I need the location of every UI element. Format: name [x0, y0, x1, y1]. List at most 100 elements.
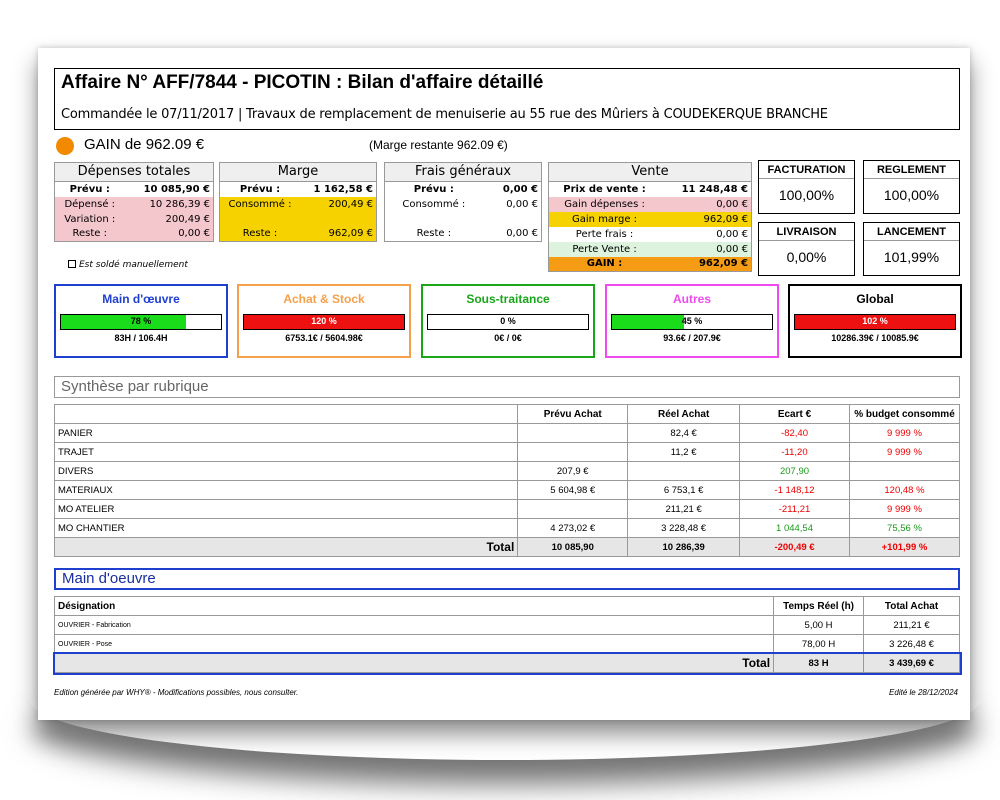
table-row: OUVRIER - Pose 78,00 H3 226,48 € [53, 634, 960, 654]
card-sous-traitance: Sous-traitance 0 % 0€ / 0€ [421, 284, 595, 358]
label: Reste : [72, 228, 107, 240]
total-row: Total 83 H3 439,69 € [52, 651, 962, 675]
table-cell: 9 999 % [848, 423, 961, 443]
table-cell: 3 226,48 € [863, 634, 960, 654]
solde-checkbox[interactable]: Est soldé manuellement [68, 260, 188, 270]
value: 11 248,48 € [681, 183, 748, 195]
kpi-label: FACTURATION [759, 161, 854, 179]
table-cell [848, 461, 961, 481]
card-title: Achat & Stock [283, 292, 365, 306]
kpi-value: 100,00% [778, 187, 835, 203]
progress-label: 45 % [681, 316, 703, 326]
col-header: Total Achat [863, 596, 960, 616]
table-cell: MO CHANTIER [53, 518, 519, 538]
table-row: TRAJET 11,2 € -11,20 9 999 % [53, 442, 961, 462]
table-cell: 211,21 € [863, 615, 960, 635]
table-cell: 1 044,54 [739, 518, 850, 538]
progress-label: 0 % [500, 316, 516, 326]
footer-right: Edité le 28/12/2024 [889, 688, 958, 697]
table-cell: TRAJET [53, 442, 519, 462]
kpi-livraison: LIVRAISON 0,00% [758, 222, 855, 276]
table-row: MO ATELIER 211,21 € -211,21 9 999 % [53, 499, 961, 519]
label: GAIN : [586, 258, 623, 270]
table-cell: 211,21 € [627, 499, 741, 519]
progress-bar: 78 % [60, 314, 222, 330]
kpi-facturation: FACTURATION 100,00% [758, 160, 855, 214]
gain-label: GAIN de 962.09 € [84, 136, 205, 153]
table-row: OUVRIER - Fabrication 5,00 H 211,21 € [53, 615, 960, 635]
table-cell: OUVRIER - Fabrication [53, 615, 775, 635]
progress-label: 102 % [862, 316, 888, 326]
checkbox-icon[interactable] [68, 260, 76, 268]
table-header-row: Prévu Achat Réel Achat Ecart € % budget … [53, 404, 961, 424]
table-cell: 78,00 H [773, 634, 865, 654]
report-header: Affaire N° AFF/7844 - PICOTIN : Bilan d'… [54, 68, 960, 130]
frais-table: Prévu : 0,00 € Consommé : 0,00 € Reste : 0,… [384, 181, 542, 242]
value: 200,49 € [328, 198, 373, 210]
label: Prix de vente : [563, 183, 646, 195]
table-cell: 11,2 € [627, 442, 741, 462]
table-cell: 207,90 [739, 461, 850, 481]
card-global: Global 102 % 10286.39€ / 10085.9€ [788, 284, 962, 358]
synthese-title: Synthèse par rubrique [54, 376, 960, 398]
table-cell: DIVERS [53, 461, 519, 481]
card-title: Autres [672, 292, 711, 306]
value [300, 212, 376, 227]
col-header: Temps Réel (h) [773, 596, 865, 616]
table-cell: MO ATELIER [53, 499, 519, 519]
label: Prévu : [69, 183, 110, 195]
total-row: Total 10 085,90 10 286,39 -200,49 € +101,99 … [53, 537, 961, 557]
value: 962,09 € [698, 258, 748, 270]
depenses-title: Dépenses totales [54, 162, 214, 181]
value: 10 085,90 € [143, 183, 210, 195]
total-cell: 83 H [773, 653, 865, 673]
value: 0,00 € [178, 228, 210, 240]
col-header: Ecart € [739, 404, 850, 424]
table-cell: 9 999 % [848, 442, 961, 462]
vente-table: Prix de vente : 11 248,48 € Gain dépenses… [548, 181, 752, 272]
label [220, 212, 301, 227]
value: 962,09 € [328, 228, 373, 240]
table-cell: 3 228,48 € [627, 518, 741, 538]
table-cell: -11,20 [739, 442, 850, 462]
progress-label: 120 % [311, 316, 337, 326]
table-row: MATERIAUX 5 604,98 €6 753,1 € -1 148,12 120… [53, 480, 961, 500]
label [385, 212, 483, 227]
label: Gain dépenses : [564, 198, 645, 210]
value: 0,00 € [716, 228, 748, 240]
depenses-box: Dépenses totales Prévu : 10 085,90 € Dépe… [54, 162, 214, 242]
col-header: Prévu Achat [517, 404, 629, 424]
total-cell: Total [53, 653, 775, 673]
card-value: 83H / 106.4H [114, 333, 168, 343]
table-cell: 5 604,98 € [517, 480, 629, 500]
table-cell [517, 423, 629, 443]
marge-restante: (Marge restante 962.09 €) [369, 138, 508, 152]
table-cell: 9 999 % [848, 499, 961, 519]
progress-bar: 120 % [243, 314, 405, 330]
card-main-oeuvre: Main d'œuvre 78 % 83H / 106.4H [54, 284, 228, 358]
total-cell: 3 439,69 € [863, 653, 960, 673]
card-title: Main d'œuvre [102, 292, 180, 306]
value: 0,00 € [506, 198, 538, 210]
value: 10 286,39 € [149, 198, 210, 210]
kpi-label: LIVRAISON [759, 223, 854, 241]
card-value: 93.6€ / 207.9€ [663, 333, 721, 343]
label: Perte frais : [575, 228, 634, 240]
card-value: 6753.1€ / 5604.98€ [285, 333, 363, 343]
label: Gain marge : [572, 213, 638, 225]
label: Perte Vente : [572, 243, 637, 255]
table-cell: 75,56 % [848, 518, 961, 538]
marge-title: Marge [219, 162, 377, 181]
card-title: Sous-traitance [466, 292, 550, 306]
value: 0,00 € [502, 183, 538, 195]
value: 0,00 € [716, 243, 748, 255]
card-value: 10286.39€ / 10085.9€ [831, 333, 919, 343]
table-cell: 6 753,1 € [627, 480, 741, 500]
table-cell: OUVRIER - Pose [53, 634, 775, 654]
table-cell: -1 148,12 [739, 480, 850, 500]
page-subtitle: Commandée le 07/11/2017 | Travaux de rem… [61, 107, 828, 122]
depenses-table: Prévu :10 085,90 € Dépensé :10 286,39 € … [54, 181, 214, 242]
progress-label: 78 % [130, 316, 152, 326]
label: Prévu : [239, 183, 281, 195]
total-cell: Total [53, 537, 519, 557]
